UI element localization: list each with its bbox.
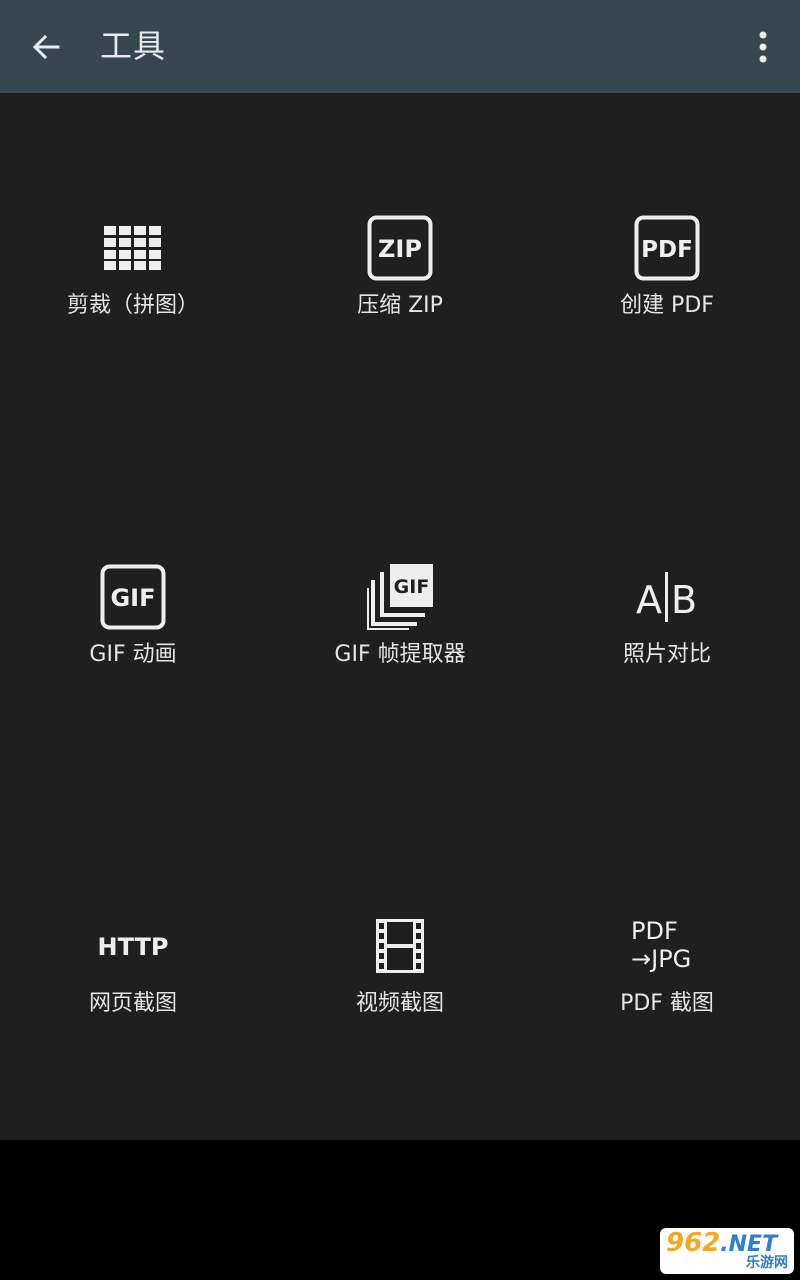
tool-label: GIF 帧提取器: [334, 642, 466, 667]
tool-video-screenshot[interactable]: 视频截图: [267, 791, 533, 1140]
pdf-icon: PDF: [634, 215, 700, 281]
overflow-menu-button[interactable]: [738, 15, 788, 79]
tool-label: GIF 动画: [89, 642, 177, 667]
tool-label: 剪裁（拼图）: [66, 293, 199, 318]
ab-letter-a: A: [636, 578, 662, 622]
app-toolbar: 工具: [0, 0, 800, 93]
gif-frames-badge-text: GIF: [394, 576, 430, 598]
tool-pdf-screenshot[interactable]: PDF →JPG PDF 截图: [534, 791, 800, 1140]
watermark-sub-text: 乐游网: [746, 1255, 788, 1271]
http-icon: HTTP: [98, 933, 169, 961]
tool-label: 网页截图: [88, 991, 177, 1016]
pdf-to-jpg-bottom: →JPG: [631, 945, 691, 973]
tool-label: 视频截图: [355, 991, 444, 1016]
tools-screen: 工具 剪裁（拼图） ZIP 压缩 ZIP PDF 创建 PDF GIF GIF …: [0, 0, 800, 1140]
tool-webpage-screenshot[interactable]: HTTP 网页截图: [0, 791, 266, 1140]
page-title: 工具: [100, 27, 167, 65]
tool-label: PDF 截图: [620, 991, 714, 1016]
site-watermark-logo: 962.NET 乐游网: [660, 1228, 794, 1274]
more-vertical-icon: [759, 31, 767, 63]
film-strip-icon: [376, 919, 424, 973]
tool-photo-compare[interactable]: A B 照片对比: [534, 442, 800, 791]
tool-compress-zip[interactable]: ZIP 压缩 ZIP: [267, 93, 533, 442]
pdf-to-jpg-top: PDF: [631, 917, 678, 945]
tool-label: 照片对比: [622, 642, 711, 667]
back-button[interactable]: [14, 15, 78, 79]
tool-gif-animation[interactable]: GIF GIF 动画: [0, 442, 266, 791]
ab-letter-b: B: [671, 578, 697, 622]
tool-gif-frame-extractor[interactable]: GIF GIF 帧提取器: [267, 442, 533, 791]
pdf-badge-text: PDF: [641, 237, 693, 263]
arrow-left-icon: [32, 34, 60, 60]
tool-crop-collage[interactable]: 剪裁（拼图）: [0, 93, 266, 442]
http-badge-text: HTTP: [98, 933, 169, 961]
ab-compare-icon: A B: [636, 572, 697, 622]
pdf-to-jpg-icon: PDF →JPG: [631, 917, 691, 973]
gif-frames-icon: GIF: [367, 564, 433, 630]
zip-badge-text: ZIP: [378, 235, 422, 263]
tool-create-pdf[interactable]: PDF 创建 PDF: [534, 93, 800, 442]
zip-icon: ZIP: [367, 215, 433, 281]
gif-badge-text: GIF: [110, 584, 155, 612]
tool-label: 创建 PDF: [620, 293, 714, 318]
tool-label: 压缩 ZIP: [357, 293, 443, 318]
grid-crop-icon: [104, 226, 161, 270]
gif-icon: GIF: [100, 564, 166, 630]
tools-grid: 剪裁（拼图） ZIP 压缩 ZIP PDF 创建 PDF GIF GIF 动画 …: [0, 93, 800, 1140]
